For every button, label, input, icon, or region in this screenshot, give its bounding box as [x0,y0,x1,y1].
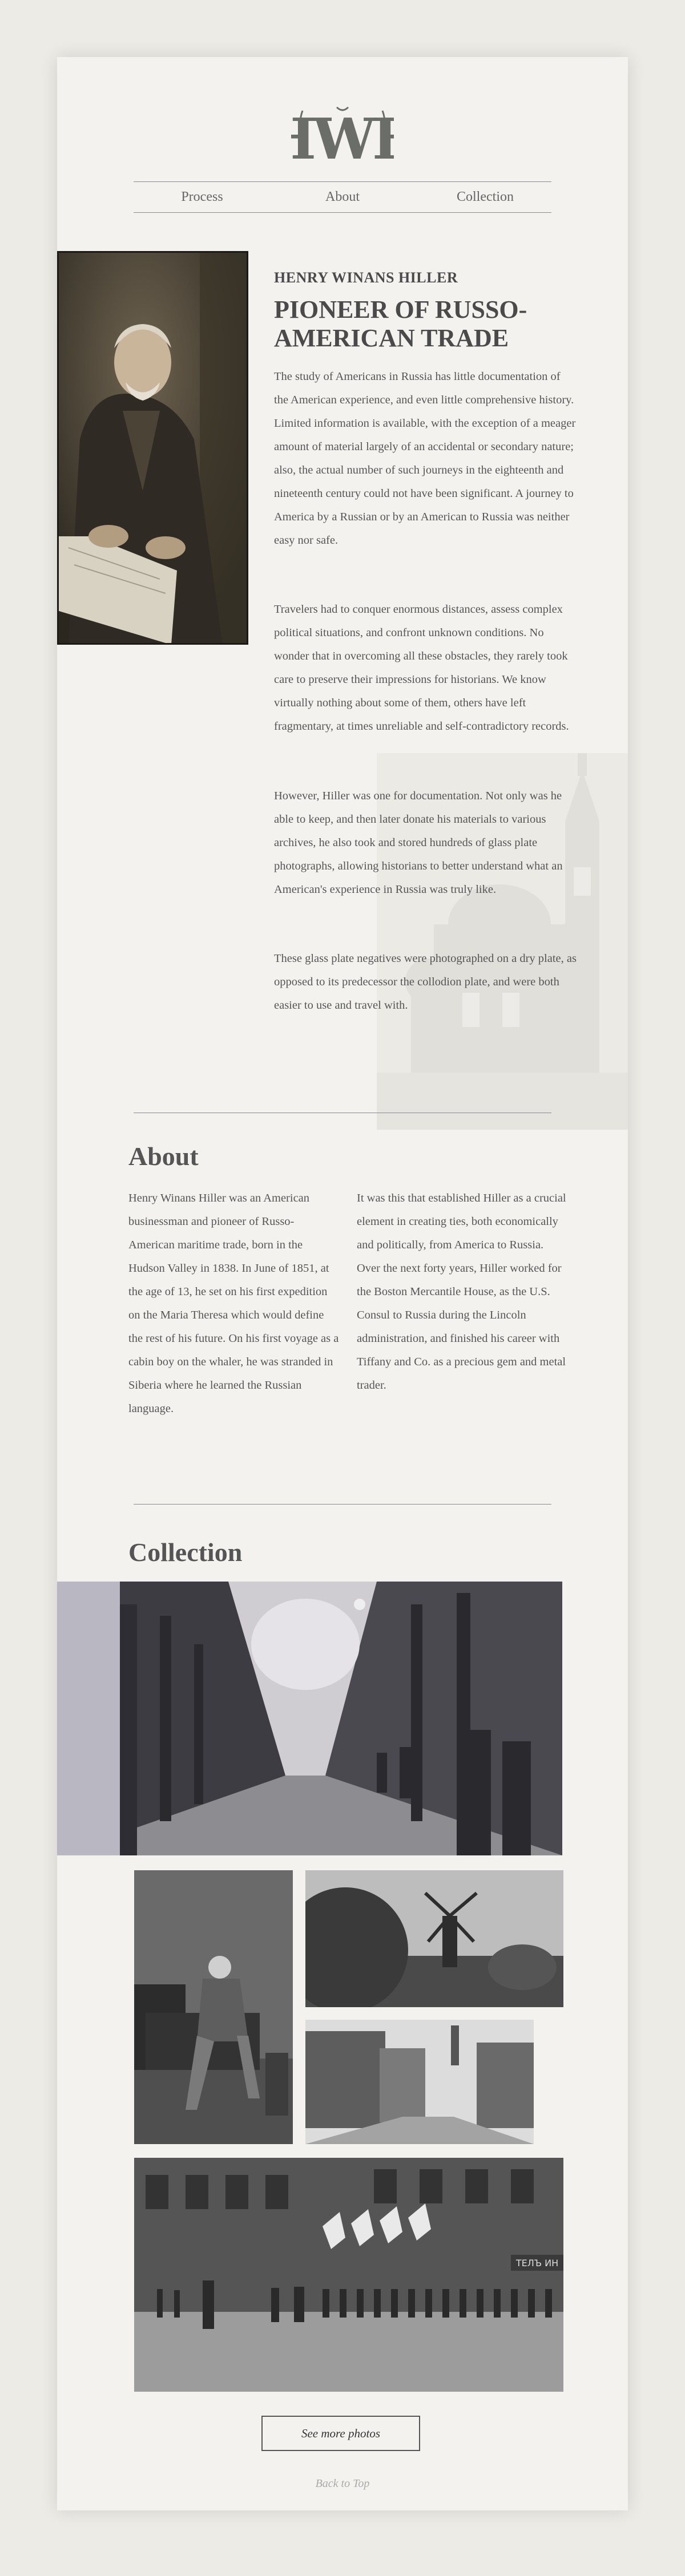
gallery-photo-parade[interactable]: ТЕЛЪ ИН [134,2158,563,2392]
hwh-logo[interactable]: HWH [291,106,394,169]
gallery-photo-arcade[interactable] [57,1582,562,1855]
parade-shop-sign: ТЕЛЪ ИН [515,2258,558,2268]
hiller-portrait-photo [57,251,248,645]
about-title: About [128,1142,199,1171]
nav-bottom-rule [134,212,551,213]
nav-process[interactable]: Process [145,189,259,205]
about-column-2: It was this that established Hiller as a… [357,1192,566,1392]
nav-collection[interactable]: Collection [428,189,542,205]
collection-divider [134,1504,551,1505]
nav-about[interactable]: About [285,189,400,205]
about-column-1: Henry Winans Hiller was an American busi… [128,1192,339,1415]
hero-paragraph-2: Travelers had to conquer enormous distan… [274,603,569,733]
hero-title: PIONEER OF RUSSO-AMERICAN TRADE [274,296,527,352]
gallery-photo-seated-man[interactable] [134,1870,293,2144]
hero-paragraph-1: The study of Americans in Russia has lit… [274,370,576,547]
gallery-photo-street[interactable] [305,2020,534,2144]
nav-top-rule [134,181,551,182]
collection-title: Collection [128,1538,243,1567]
back-to-top-link[interactable]: Back to Top [57,2477,628,2490]
hero-paragraph-4: These glass plate negatives were photogr… [274,952,577,1012]
logo-text: HWH [291,107,394,169]
page: HWH Process About Collection HENRY WINAN… [57,57,628,2510]
see-more-photos-button[interactable]: See more photos [261,2416,420,2451]
gallery-photo-windmill[interactable] [305,1870,563,2007]
hero-kicker: HENRY WINANS HILLER [274,269,458,286]
hero-paragraph-3: However, Hiller was one for documentatio… [274,790,563,896]
